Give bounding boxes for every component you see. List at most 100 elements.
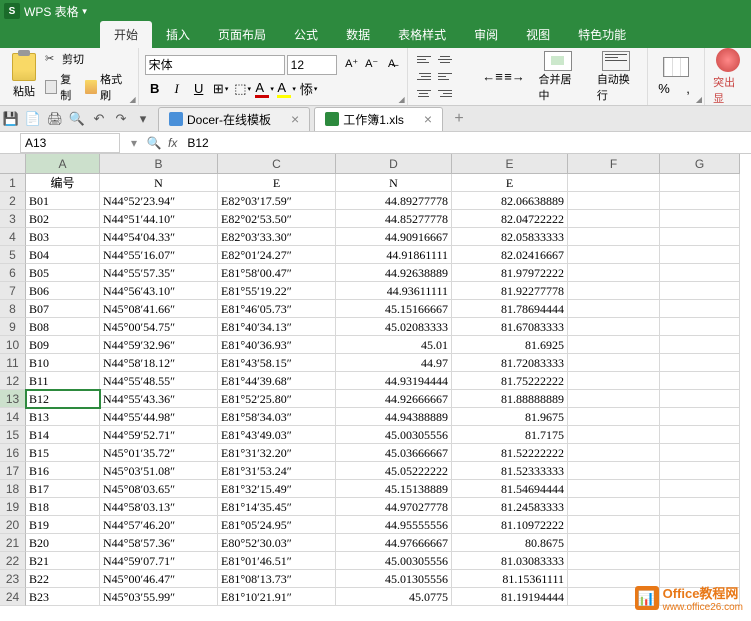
cell-B8[interactable]: N45°08′41.66″ [100, 300, 218, 318]
cell-C4[interactable]: E82°03′33.30″ [218, 228, 336, 246]
menu-tab-start[interactable]: 开始 [100, 21, 152, 48]
cell-E10[interactable]: 81.6925 [452, 336, 568, 354]
cell-D10[interactable]: 45.01 [336, 336, 452, 354]
cell-B4[interactable]: N44°54′04.33″ [100, 228, 218, 246]
col-header-B[interactable]: B [100, 154, 218, 174]
cell-A2[interactable]: B01 [26, 192, 100, 210]
cell-E1[interactable]: E [452, 174, 568, 192]
cell-F8[interactable] [568, 300, 660, 318]
cell-A3[interactable]: B02 [26, 210, 100, 228]
cell-B11[interactable]: N44°58′18.12″ [100, 354, 218, 372]
row-header-5[interactable]: 5 [0, 246, 26, 264]
qa-print-button[interactable]: 🖨 [45, 109, 65, 129]
cell-F3[interactable] [568, 210, 660, 228]
cell-F17[interactable] [568, 462, 660, 480]
align-bottom-button[interactable] [414, 69, 434, 85]
cell-A9[interactable]: B08 [26, 318, 100, 336]
cell-C1[interactable]: E [218, 174, 336, 192]
increase-font-button[interactable]: A⁺ [343, 55, 361, 73]
cell-E7[interactable]: 81.92277778 [452, 282, 568, 300]
cell-F20[interactable] [568, 516, 660, 534]
col-header-G[interactable]: G [660, 154, 740, 174]
cell-G8[interactable] [660, 300, 740, 318]
cell-C13[interactable]: E81°52′25.80″ [218, 390, 336, 408]
cell-D19[interactable]: 44.97027778 [336, 498, 452, 516]
cell-C7[interactable]: E81°55′19.22″ [218, 282, 336, 300]
cell-F15[interactable] [568, 426, 660, 444]
cell-D4[interactable]: 44.90916667 [336, 228, 452, 246]
select-all-corner[interactable] [0, 154, 26, 174]
row-header-2[interactable]: 2 [0, 192, 26, 210]
doc-tab-workbook[interactable]: 工作簿1.xls × [314, 107, 443, 131]
row-header-18[interactable]: 18 [0, 480, 26, 498]
row-header-17[interactable]: 17 [0, 462, 26, 480]
doc-tab-docer[interactable]: Docer-在线模板 × [158, 107, 310, 131]
add-tab-button[interactable]: + [449, 109, 469, 129]
cell-C20[interactable]: E81°05′24.95″ [218, 516, 336, 534]
cell-D14[interactable]: 44.94388889 [336, 408, 452, 426]
border-button[interactable]: ⊞▾ [211, 79, 231, 99]
cell-A21[interactable]: B20 [26, 534, 100, 552]
cell-F5[interactable] [568, 246, 660, 264]
cell-G13[interactable] [660, 390, 740, 408]
phonetic-button[interactable]: 悿▾ [299, 79, 319, 99]
cell-G4[interactable] [660, 228, 740, 246]
cell-B3[interactable]: N44°51′44.10″ [100, 210, 218, 228]
cell-C2[interactable]: E82°03′17.59″ [218, 192, 336, 210]
menu-tab-view[interactable]: 视图 [512, 21, 564, 48]
cell-C5[interactable]: E82°01′24.27″ [218, 246, 336, 264]
cell-D24[interactable]: 45.0775 [336, 588, 452, 606]
cell-E14[interactable]: 81.9675 [452, 408, 568, 426]
cell-C24[interactable]: E81°10′21.91″ [218, 588, 336, 606]
cell-A5[interactable]: B04 [26, 246, 100, 264]
cell-A4[interactable]: B03 [26, 228, 100, 246]
cell-A18[interactable]: B17 [26, 480, 100, 498]
cell-B1[interactable]: N [100, 174, 218, 192]
cell-F2[interactable] [568, 192, 660, 210]
cell-E15[interactable]: 81.7175 [452, 426, 568, 444]
cell-D21[interactable]: 44.97666667 [336, 534, 452, 552]
cell-E20[interactable]: 81.10972222 [452, 516, 568, 534]
qa-save-button[interactable]: 💾 [1, 109, 21, 129]
cell-F4[interactable] [568, 228, 660, 246]
cell-G2[interactable] [660, 192, 740, 210]
row-header-6[interactable]: 6 [0, 264, 26, 282]
align-left-button[interactable] [435, 69, 455, 85]
title-dropdown-icon[interactable]: ▼ [81, 7, 89, 16]
cell-D23[interactable]: 45.01305556 [336, 570, 452, 588]
cell-C11[interactable]: E81°43′58.15″ [218, 354, 336, 372]
align-center-button[interactable] [414, 86, 434, 102]
cell-C8[interactable]: E81°46′05.73″ [218, 300, 336, 318]
cell-G19[interactable] [660, 498, 740, 516]
cell-C23[interactable]: E81°08′13.73″ [218, 570, 336, 588]
cell-B21[interactable]: N44°58′57.36″ [100, 534, 218, 552]
cell-A23[interactable]: B22 [26, 570, 100, 588]
qa-undo-button[interactable]: ↶ [89, 109, 109, 129]
cell-C12[interactable]: E81°44′39.68″ [218, 372, 336, 390]
cell-A24[interactable]: B23 [26, 588, 100, 606]
cell-B14[interactable]: N44°55′44.98″ [100, 408, 218, 426]
cell-C14[interactable]: E81°58′34.03″ [218, 408, 336, 426]
cell-G1[interactable] [660, 174, 740, 192]
cell-G14[interactable] [660, 408, 740, 426]
clear-format-button[interactable]: A̶ [383, 55, 401, 73]
underline-button[interactable]: U [189, 79, 209, 99]
number-expand-icon[interactable]: ◢ [696, 95, 702, 104]
cell-B10[interactable]: N44°59′32.96″ [100, 336, 218, 354]
cell-A1[interactable]: 编号 [26, 174, 100, 192]
cell-D17[interactable]: 45.05222222 [336, 462, 452, 480]
cell-D2[interactable]: 44.89277778 [336, 192, 452, 210]
cell-A13[interactable]: B12 [26, 390, 100, 408]
copy-button[interactable]: 复制 [42, 70, 82, 104]
cell-A19[interactable]: B18 [26, 498, 100, 516]
cell-D1[interactable]: N [336, 174, 452, 192]
col-header-A[interactable]: A [26, 154, 100, 174]
cell-B22[interactable]: N44°59′07.71″ [100, 552, 218, 570]
cell-G5[interactable] [660, 246, 740, 264]
cell-B18[interactable]: N45°08′03.65″ [100, 480, 218, 498]
cell-F10[interactable] [568, 336, 660, 354]
cell-G18[interactable] [660, 480, 740, 498]
row-header-9[interactable]: 9 [0, 318, 26, 336]
cell-G12[interactable] [660, 372, 740, 390]
cell-D8[interactable]: 45.15166667 [336, 300, 452, 318]
